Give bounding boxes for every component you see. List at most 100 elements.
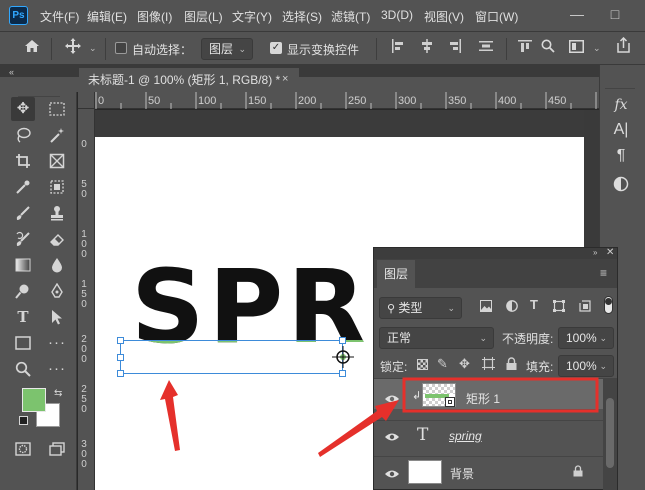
filter-type-icon[interactable]: T (530, 297, 538, 312)
share-icon[interactable] (613, 36, 633, 59)
foreground-color-swatch[interactable] (22, 388, 46, 412)
paragraph-panel-icon[interactable]: ¶ (611, 146, 631, 166)
collapse-panel-icon[interactable]: » (593, 248, 597, 257)
blur-tool-icon[interactable] (45, 253, 69, 277)
visibility-eye-icon[interactable] (385, 468, 399, 482)
menu-edit[interactable]: 编辑(E) (87, 8, 127, 25)
lock-all-icon[interactable] (506, 357, 517, 373)
search-icon[interactable] (539, 38, 557, 58)
horizontal-ruler[interactable] (95, 92, 599, 109)
menu-filter[interactable]: 滤镜(T) (331, 8, 370, 25)
chevron-down-icon[interactable]: ⌄ (89, 43, 97, 54)
show-transform-checkbox[interactable]: ✓ (270, 42, 282, 54)
type-tool-icon[interactable]: T (11, 305, 35, 329)
quick-mask-icon[interactable] (11, 437, 35, 461)
visibility-eye-icon[interactable] (385, 393, 399, 407)
menu-view[interactable]: 视图(V) (424, 8, 464, 25)
stamp-tool-icon[interactable] (45, 201, 69, 225)
transform-handle[interactable] (339, 337, 346, 344)
menu-type[interactable]: 文字(Y) (232, 8, 272, 25)
move-tool-icon[interactable] (62, 38, 84, 58)
character-panel-icon[interactable]: A| (611, 120, 631, 140)
move-tool-icon[interactable]: ✥ (11, 97, 35, 121)
menu-image[interactable]: 图像(I) (137, 8, 172, 25)
align-right-icon[interactable] (446, 38, 464, 58)
filter-pixel-icon[interactable] (480, 300, 492, 315)
auto-select-target-dropdown[interactable]: 图层 ⌄ (201, 38, 253, 60)
minimize-button[interactable]: — (566, 4, 588, 24)
panel-menu-icon[interactable]: ≡ (600, 266, 607, 280)
filter-adjustment-icon[interactable] (506, 300, 518, 315)
ruler-label: 200 (298, 95, 317, 107)
align-top-icon[interactable] (516, 38, 534, 58)
layer-row-text[interactable] (374, 420, 603, 451)
opacity-input[interactable]: 100% ⌄ (558, 327, 614, 349)
eyedropper-tool-icon[interactable] (11, 175, 35, 199)
fill-input[interactable]: 100% ⌄ (558, 355, 614, 377)
maximize-button[interactable]: □ (604, 4, 626, 24)
layer-thumbnail-background[interactable] (408, 460, 442, 484)
lasso-tool-icon[interactable] (11, 123, 35, 147)
align-center-icon[interactable] (418, 38, 436, 58)
brush-tool-icon[interactable] (11, 201, 35, 225)
screen-mode-icon[interactable] (45, 437, 69, 461)
magic-wand-tool-icon[interactable] (45, 123, 69, 147)
gradient-tool-icon[interactable] (11, 253, 35, 277)
transform-handle[interactable] (117, 354, 124, 361)
layer-name-text[interactable]: spring (449, 429, 482, 443)
align-left-icon[interactable] (389, 38, 407, 58)
home-icon[interactable] (21, 38, 43, 58)
lock-position-icon[interactable]: ✥ (459, 356, 470, 372)
menu-3d[interactable]: 3D(D) (381, 8, 413, 22)
history-brush-tool-icon[interactable] (11, 227, 35, 251)
document-tab[interactable]: 未标题-1 @ 100% (矩形 1, RGB/8) * (79, 68, 299, 92)
blend-mode-dropdown[interactable]: 正常 ⌄ (379, 327, 494, 349)
crop-tool-icon[interactable] (11, 149, 35, 173)
layer-name-rectangle[interactable]: 矩形 1 (466, 390, 500, 407)
zoom-tool-icon[interactable] (11, 357, 35, 381)
ruler-label: 0 (81, 189, 87, 200)
visibility-eye-icon[interactable] (385, 431, 399, 445)
close-panel-icon[interactable]: ✕ (606, 247, 614, 258)
transform-bounding-box[interactable] (117, 337, 346, 377)
lock-transparent-icon[interactable] (417, 359, 428, 370)
layer-name-background[interactable]: 背景 (450, 465, 474, 482)
edit-toolbar-icon[interactable]: ··· (45, 357, 69, 381)
filter-shape-icon[interactable] (553, 300, 565, 315)
path-select-tool-icon[interactable] (45, 305, 69, 329)
fx-styles-icon[interactable]: fx (611, 95, 631, 115)
lock-artboard-icon[interactable] (482, 357, 495, 373)
chevron-down-icon[interactable]: ⌄ (593, 43, 601, 54)
pen-tool-icon[interactable] (45, 279, 69, 303)
close-tab-button[interactable]: × (282, 73, 288, 85)
filter-toggle[interactable] (604, 296, 613, 314)
swap-colors-icon[interactable]: ⇆ (54, 388, 62, 399)
more-tools-icon[interactable]: ··· (45, 331, 69, 355)
transform-handle[interactable] (339, 370, 346, 377)
lock-pixels-icon[interactable]: ✎ (437, 356, 448, 372)
filter-smart-object-icon[interactable] (579, 300, 591, 315)
workspace-icon[interactable] (567, 38, 585, 58)
menu-window[interactable]: 窗口(W) (475, 8, 518, 25)
auto-select-checkbox[interactable] (115, 42, 127, 54)
layer-filter-dropdown[interactable]: ⚲ 类型 ⌄ (379, 297, 462, 319)
object-select-tool-icon[interactable] (45, 175, 69, 199)
menu-select[interactable]: 选择(S) (282, 8, 322, 25)
menu-file[interactable]: 文件(F) (40, 8, 79, 25)
collapse-left-icon[interactable]: « (9, 67, 14, 77)
reference-point-icon[interactable] (332, 346, 354, 368)
distribute-icon[interactable] (477, 38, 495, 58)
adjustments-icon[interactable] (611, 174, 631, 194)
default-colors-icon[interactable] (19, 416, 28, 425)
menu-layer[interactable]: 图层(L) (184, 8, 223, 25)
frame-tool-icon[interactable] (45, 149, 69, 173)
rectangle-tool-icon[interactable] (11, 331, 35, 355)
transform-handle[interactable] (117, 337, 124, 344)
eraser-tool-icon[interactable] (45, 227, 69, 251)
layers-scrollbar-thumb[interactable] (606, 398, 614, 468)
marquee-tool-icon[interactable] (45, 97, 69, 121)
tab-layers[interactable]: 图层 (377, 260, 415, 288)
transform-handle[interactable] (117, 370, 124, 377)
ruler-label: 150 (248, 95, 267, 107)
dodge-tool-icon[interactable] (11, 279, 35, 303)
